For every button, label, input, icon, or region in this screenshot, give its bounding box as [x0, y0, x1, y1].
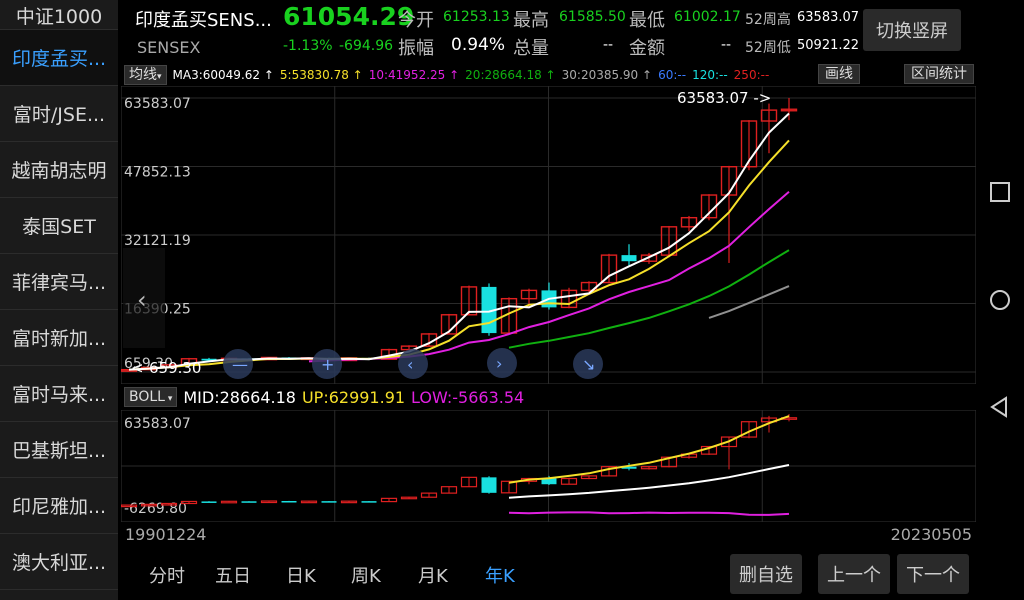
boll-candle-body — [300, 500, 318, 504]
period-tab[interactable]: 日K — [286, 562, 316, 588]
boll-candle-body — [201, 501, 217, 503]
system-nav-bar — [976, 0, 1024, 600]
low-value: 61002.17 — [674, 9, 741, 25]
boll-selector-button[interactable]: BOLL ▾ — [124, 387, 178, 407]
boll-y-bottom: -6269.80 — [124, 501, 187, 517]
main-panel: 印度孟买SENS... SENSEX 61054.29 -1.13% -694.… — [121, 0, 976, 600]
sidebar-item[interactable]: 泰国SET — [0, 198, 118, 254]
boll-mid: MID:28664.18 — [183, 387, 296, 407]
amount-label: 金额 — [629, 38, 665, 59]
sidebar-item[interactable]: 富时/JSE... — [0, 86, 118, 142]
volume-value: -- — [603, 37, 614, 53]
change-value: -694.96 — [339, 38, 394, 54]
y-axis-label: 32121.19 — [124, 233, 191, 249]
next-button[interactable]: 下一个 — [897, 554, 969, 594]
max-marker: 63583.07 -> — [677, 89, 771, 107]
index-code: SENSEX — [137, 38, 201, 57]
pan-right-icon: › — [496, 354, 502, 373]
amplitude-value: 0.94% — [451, 35, 506, 55]
chevron-left-icon: ‹ — [137, 286, 147, 314]
kline-chart[interactable]: 63583.0747852.1332121.1916390.25659.3063… — [121, 86, 976, 384]
ma5-line — [128, 139, 790, 371]
end-date: 20230505 — [890, 525, 972, 544]
amount-value: -- — [721, 37, 732, 53]
dropdown-icon: ▾ — [157, 72, 162, 82]
sidebar-item[interactable]: 菲律宾马... — [0, 254, 118, 310]
sidebar-item[interactable]: 巴基斯坦... — [0, 422, 118, 478]
ma10-value: 10:41952.25 ↑ — [368, 68, 460, 82]
period-tab[interactable]: 年K — [485, 562, 515, 588]
sidebar-item[interactable]: 印尼雅加... — [0, 478, 118, 534]
sidebar-item[interactable]: 越南胡志明 — [0, 142, 118, 198]
pan-left-icon: ‹ — [407, 355, 413, 374]
period-tab[interactable]: 分时 — [149, 562, 185, 588]
boll-candle-body — [361, 501, 377, 503]
market-sidebar: 中证1000 印度孟买... 富时/JSE... 越南胡志明 泰国SET 菲律宾马... 富… — [0, 0, 118, 600]
boll-lower-line — [508, 511, 790, 516]
boll-low: LOW:-5663.54 — [411, 387, 525, 407]
boll-selector-label: BOLL — [129, 389, 165, 405]
back-icon[interactable] — [988, 395, 1012, 419]
boll-candle-body — [481, 477, 497, 493]
switch-portrait-button[interactable]: 切换竖屏 — [863, 9, 961, 51]
boll-chart[interactable]: 63583.07 -6269.80 — [121, 410, 976, 522]
prev-button[interactable]: 上一个 — [818, 554, 890, 594]
range-stats-button[interactable]: 区间统计 — [904, 64, 974, 84]
y-axis-label: 63583.07 — [124, 96, 191, 112]
period-tab[interactable]: 五日 — [215, 562, 251, 588]
low-label: 最低 — [629, 10, 665, 31]
boll-candle-body — [281, 501, 297, 503]
ma120-value: 120:-- — [692, 68, 728, 82]
start-date: 19901224 — [125, 525, 207, 544]
ma60-value: 60:-- — [658, 68, 687, 82]
recent-apps-icon[interactable] — [988, 180, 1012, 204]
period-tab[interactable]: 月K — [418, 562, 448, 588]
ma5-value: 5:53830.78 ↑ — [279, 68, 363, 82]
remove-favorite-button[interactable]: 删自选 — [730, 554, 802, 594]
zoom-in-icon: + — [321, 355, 334, 374]
ma-selector-label: 均线 — [129, 67, 157, 83]
wk52-high-label: 52周高 — [745, 12, 791, 28]
home-icon[interactable] — [988, 288, 1012, 312]
boll-candle-body — [321, 501, 337, 503]
open-value: 61253.13 — [443, 9, 510, 25]
draw-line-button[interactable]: 画线 — [818, 64, 860, 84]
boll-y-top: 63583.07 — [124, 416, 191, 432]
ma-selector-button[interactable]: 均线▾ — [124, 65, 167, 85]
change-pct: -1.13% — [283, 38, 333, 54]
ma250-value: 250:-- — [733, 68, 770, 82]
current-price: 61054.29 — [283, 2, 415, 31]
dropdown-icon: ▾ — [164, 394, 173, 404]
sidebar-item[interactable]: 富时新加... — [0, 310, 118, 366]
open-label: 今开 — [398, 10, 434, 31]
index-name: 印度孟买SENS... — [135, 10, 272, 31]
wk52-high-value: 63583.07 — [797, 10, 860, 25]
wk52-low-label: 52周低 — [745, 40, 791, 56]
ma20-value: 20:28664.18 ↑ — [465, 68, 556, 82]
sidebar-item[interactable]: 富时马来... — [0, 366, 118, 422]
wk52-low-value: 50921.22 — [797, 38, 860, 53]
min-marker: <-659.30 — [131, 359, 201, 377]
sidebar-item[interactable]: 中证1000 — [0, 0, 118, 30]
volume-label: 总量 — [513, 38, 549, 59]
boll-legend: BOLL ▾ MID:28664.18 UP:62991.91 LOW:-566… — [121, 386, 524, 408]
zoom-out-icon: — — [232, 355, 248, 374]
high-label: 最高 — [513, 10, 549, 31]
amplitude-label: 振幅 — [398, 38, 434, 59]
period-tab[interactable]: 周K — [351, 562, 381, 588]
candle-body — [621, 255, 637, 262]
sidebar-item[interactable]: 印度孟买... — [0, 30, 118, 86]
y-axis-label: 47852.13 — [124, 165, 191, 181]
high-value: 61585.50 — [559, 9, 626, 25]
ma30-value: 30:20385.90 ↑ — [561, 68, 653, 82]
boll-candle-body — [241, 501, 257, 503]
fullscreen-icon: ↘ — [582, 355, 595, 374]
sidebar-item[interactable]: 澳大利亚... — [0, 534, 118, 590]
boll-up: UP:62991.91 — [301, 387, 406, 407]
ma3-value: MA3:60049.62 ↑ — [172, 68, 274, 82]
